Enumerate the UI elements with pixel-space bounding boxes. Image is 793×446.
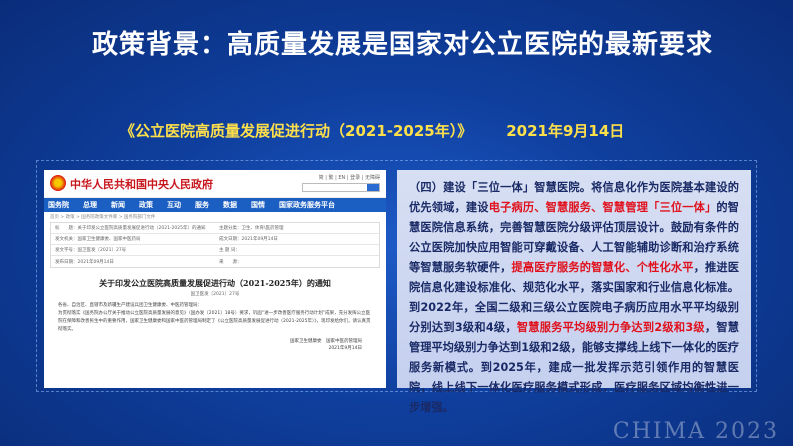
body-text: ，智慧管理平均级别力争达到1级和2级，能够支撑线上线下一体化的医疗服务新模式。到… <box>409 321 739 414</box>
meta-cell: 发布日期：2021年09月14日 <box>55 259 114 265</box>
nav-item: 国务院 <box>48 201 69 209</box>
doc-body: 各省、自治区、直辖市及新疆生产建设兵团卫生健康委、中医药管理局： 为贯彻落实《国务… <box>44 297 386 334</box>
website-screenshot: 中华人民共和国中央人民政府 简 | 繁 | EN | 登录 | 无障碍 国务院 总… <box>44 170 386 388</box>
meta-cell: 发文字号：国卫医发〔2021〕27号 <box>55 248 127 253</box>
nav-item: 国情 <box>251 201 265 209</box>
highlight-text: 智慧服务平均级别力争达到2级和3级 <box>516 321 705 334</box>
search-icon <box>367 184 379 191</box>
doc-paragraph: 各省、自治区、直辖市及新疆生产建设兵团卫生健康委、中医药管理局： <box>58 303 202 308</box>
highlight-text: 提高医疗服务的智慧化、个性化水平 <box>511 261 694 274</box>
slide-title: 政策背景：高质量发展是国家对公立医院的最新要求 <box>92 30 714 60</box>
meta-table: 标 题：关于印发公立医院高质量发展促进行动（2021-2025年）的通知 主题分类… <box>50 222 380 268</box>
top-links: 简 | 繁 | EN | 登录 | 无障碍 <box>318 175 380 181</box>
meta-cell: 主 题 词： <box>219 248 240 253</box>
meta-cell: 标 题：关于印发公立医院高质量发展促进行动（2021-2025年）的通知 <box>55 226 206 231</box>
meta-cell: 发文机关：国家卫生健康委、国家中医药局 <box>55 237 141 242</box>
doc-signature: 国家卫生健康委 国家中医药管理局 2021年9月14日 <box>44 338 386 352</box>
nav-item: 新闻 <box>111 201 125 209</box>
subtitle-doc: 《公立医院高质量发展促进行动（2021-2025年）》 <box>120 122 473 140</box>
nav-item: 国家政务服务平台 <box>279 201 335 209</box>
subtitle: 《公立医院高质量发展促进行动（2021-2025年）》 2021年9月14日 <box>120 120 624 141</box>
national-emblem-icon <box>50 175 66 191</box>
nav-item: 总理 <box>83 201 97 209</box>
subtitle-date: 2021年9月14日 <box>506 122 625 140</box>
highlight-text: 电子病历、智慧服务、智慧管理「三位一体」 <box>488 201 717 214</box>
doc-paragraph: 为贯彻落实《国务院办公厅关于推动公立医院高质量发展的意见》（国办发〔2021〕1… <box>58 311 371 332</box>
doc-sign-line: 2021年9月14日 <box>328 346 362 351</box>
meta-row: 发布日期：2021年09月14日 来 源： <box>51 256 379 267</box>
nav-item: 政策 <box>139 201 153 209</box>
meta-row: 标 题：关于印发公立医院高质量发展促进行动（2021-2025年）的通知 主题分类… <box>51 223 379 234</box>
nav-item: 数据 <box>223 201 237 209</box>
doc-sign-line: 国家卫生健康委 国家中医药管理局 <box>290 339 362 344</box>
meta-cell: 主题分类：卫生、体育\医药管理 <box>219 226 284 231</box>
watermark: CHIMA 2023 <box>612 419 779 444</box>
meta-row: 发文机关：国家卫生健康委、国家中医药局 成文日期：2021年09月14日 <box>51 234 379 245</box>
meta-row: 发文字号：国卫医发〔2021〕27号 主 题 词： <box>51 245 379 256</box>
breadcrumb: 首页 > 政策 > 国务院政策文件库 > 国务院部门文件 <box>50 215 156 220</box>
search-box <box>302 183 380 192</box>
nav-item: 服务 <box>195 201 209 209</box>
policy-text-box: （四）建设「三位一体」智慧医院。将信息化作为医院基本建设的优先领域，建设电子病历… <box>397 170 751 414</box>
meta-cell: 来 源： <box>219 259 242 265</box>
website-nav: 国务院 总理 新闻 政策 互动 服务 数据 国情 国家政务服务平台 <box>44 198 386 212</box>
site-name: 中华人民共和国中央人民政府 <box>70 178 213 191</box>
doc-title: 关于印发公立医院高质量发展促进行动（2021-2025年）的通知 <box>99 278 331 288</box>
nav-item: 互动 <box>167 201 181 209</box>
meta-cell: 成文日期：2021年09月14日 <box>219 237 278 242</box>
website-header: 中华人民共和国中央人民政府 简 | 繁 | EN | 登录 | 无障碍 <box>44 170 386 198</box>
